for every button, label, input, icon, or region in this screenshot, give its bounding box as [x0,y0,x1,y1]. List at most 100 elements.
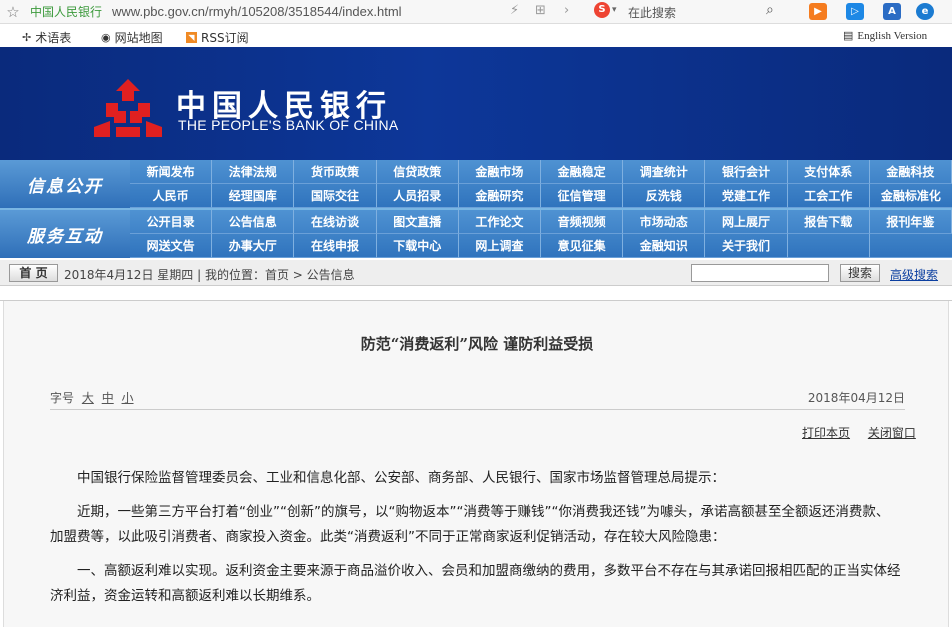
browser-logo-icon[interactable]: e [916,3,934,20]
section2-item-14[interactable]: 网上调查 [458,234,541,258]
breadcrumb: 2018年4月12日 星期四 | 我的位置：首页 > 公告信息 [64,266,355,283]
url-field[interactable]: www.pbc.gov.cn/rmyh/105208/3518544/index… [112,4,402,19]
main-navigation: 信息公开 新闻发布 法律法规 货币政策 信贷政策 金融市场 金融稳定 调查统计 银行会计 支付体… [0,160,952,258]
article-paragraph: 一、高额返利难以实现。返利资金主要来源于商品溢价收入、会员和加盟商缴纳的费用，多… [50,563,901,604]
section1-item-13[interactable]: 人员招录 [376,184,459,208]
translate-icon[interactable]: A [883,3,901,20]
section2-item-11[interactable]: 办事大厅 [212,234,295,258]
section2-item-4[interactable]: 工作论文 [458,210,541,234]
breadcrumb-position: 我的位置：首页 > 公告信息 [204,268,355,282]
grid-icon[interactable]: ⊞ [535,3,546,18]
utility-bar: ✢ 术语表 ◉ 网站地图 ◥ RSS订阅 ▤ English Version [0,25,952,47]
print-page-link[interactable]: 打印本页 [802,426,850,440]
section1-item-8[interactable]: 支付体系 [787,160,870,184]
browser-search-input[interactable]: 在此搜索 [628,4,676,21]
section1-item-12[interactable]: 国际交往 [294,184,377,208]
section1-item-9[interactable]: 金融科技 [869,160,952,184]
font-size-label: 字号 [50,391,75,405]
site-search-input[interactable] [691,264,829,282]
flag-icon: ▤ [843,30,854,42]
section1-item-19[interactable]: 金融标准化 [869,184,952,208]
font-small-link[interactable]: 小 [122,391,134,405]
section1-item-14[interactable]: 金融研究 [458,184,541,208]
font-medium-link[interactable]: 中 [102,391,114,405]
crosshair-icon: ✢ [22,31,32,44]
font-size-controls: 字号 大 中 小 [50,389,134,406]
chevron-down-icon: ▾ [612,5,617,15]
section2-item-13[interactable]: 下载中心 [376,234,459,258]
advanced-search-link[interactable]: 高级搜索 [890,266,938,283]
article-paragraph: 中国银行保险监督管理委员会、工业和信息化部、公安部、商务部、人民银行、国家市场监… [77,470,725,486]
article-panel: 防范“消费返利”风险 谨防利益受损 字号 大 中 小 2018年04月12日 打… [3,301,949,627]
section1-item-0[interactable]: 新闻发布 [130,160,213,184]
section2-item-5[interactable]: 音频视频 [540,210,624,234]
section1-item-17[interactable]: 党建工作 [705,184,788,208]
section1-item-2[interactable]: 货币政策 [294,160,377,184]
section1-item-16[interactable]: 反洗钱 [623,184,706,208]
forward-arrow-icon[interactable]: › [564,3,569,18]
nav-section-information[interactable]: 信息公开 [0,160,130,208]
rss-link[interactable]: ◥ RSS订阅 [186,29,249,46]
section2-item-1[interactable]: 公告信息 [212,210,295,234]
section1-item-3[interactable]: 信贷政策 [376,160,459,184]
article-paragraph: 近期，一些第三方平台打着“创业”“创新”的旗号，以“购物返本”“消费等于赚钱”“… [50,504,890,545]
sitemap-link[interactable]: ◉ 网站地图 [101,29,163,46]
section2-item-2[interactable]: 在线访谈 [294,210,377,234]
section2-item-12[interactable]: 在线申报 [294,234,377,258]
article-body: 中国银行保险监督管理委员会、工业和信息化部、公安部、商务部、人民银行、国家市场监… [50,466,902,618]
current-date: 2018年4月12日 星期四 [64,268,194,282]
browser-address-bar: ☆ 中国人民银行 www.pbc.gov.cn/rmyh/105208/3518… [0,0,952,24]
bookmark-star-icon[interactable]: ☆ [4,3,22,21]
site-identity: 中国人民银行 [30,5,103,19]
glossary-link[interactable]: ✢ 术语表 [22,29,71,46]
section2-item-6[interactable]: 市场动态 [623,210,706,234]
bank-name-english: THE PEOPLE'S BANK OF CHINA [178,117,399,133]
section2-item-10[interactable]: 网送文告 [130,234,213,258]
close-window-link[interactable]: 关闭窗口 [868,426,916,440]
nav-block-information: 信息公开 新闻发布 法律法规 货币政策 信贷政策 金融市场 金融稳定 调查统计 银行会计 支付体… [0,160,952,208]
section2-item-16[interactable]: 金融知识 [623,234,706,258]
globe-icon: ◉ [101,31,111,44]
search-engine-selector[interactable]: S ▾ [594,2,617,18]
pboc-logo-icon[interactable] [92,77,164,139]
section1-item-5[interactable]: 金融稳定 [540,160,624,184]
lightning-icon[interactable]: ⚡ [510,3,519,18]
nav-items-information: 新闻发布 法律法规 货币政策 信贷政策 金融市场 金融稳定 调查统计 银行会计 支付体系 金融科技… [130,160,952,208]
article-title: 防范“消费返利”风险 谨防利益受损 [360,335,594,353]
section2-item-9[interactable]: 报刊年鉴 [869,210,952,234]
rss-icon: ◥ [186,32,197,43]
section1-item-18[interactable]: 工会工作 [787,184,870,208]
breadcrumb-divider: | [197,268,205,282]
section1-item-1[interactable]: 法律法规 [212,160,295,184]
home-button[interactable]: 首 页 [9,264,58,282]
section2-item-3[interactable]: 图文直播 [376,210,459,234]
font-large-link[interactable]: 大 [82,391,94,405]
nav-section-service[interactable]: 服务互动 [0,210,130,258]
section1-item-10[interactable]: 人民币 [130,184,213,208]
section1-item-7[interactable]: 银行会计 [705,160,788,184]
section2-item-7[interactable]: 网上展厅 [705,210,788,234]
nav-block-service: 服务互动 公开目录 公告信息 在线访谈 图文直播 工作论文 音频视频 市场动态 网上展厅 报告下… [0,210,952,258]
section2-empty-cell [787,234,870,258]
section1-item-6[interactable]: 调查统计 [623,160,706,184]
section1-item-11[interactable]: 经理国库 [212,184,295,208]
play-icon[interactable]: ▷ [846,3,864,20]
section2-item-0[interactable]: 公开目录 [130,210,213,234]
section1-item-4[interactable]: 金融市场 [458,160,541,184]
article-date: 2018年04月12日 [807,391,905,405]
search-button[interactable]: 搜索 [840,264,880,282]
section2-empty-cell [869,234,952,258]
section2-item-15[interactable]: 意见征集 [540,234,624,258]
video-icon[interactable]: ▶ [809,3,827,20]
section2-item-17[interactable]: 关于我们 [705,234,788,258]
article-meta: 字号 大 中 小 2018年04月12日 [50,384,905,410]
article-container: 防范“消费返利”风险 谨防利益受损 字号 大 中 小 2018年04月12日 打… [0,300,952,627]
site-banner: 中国人民银行 THE PEOPLE'S BANK OF CHINA [0,47,952,160]
article-actions: 打印本页 关闭窗口 [788,424,916,441]
section2-item-8[interactable]: 报告下载 [787,210,870,234]
search-icon[interactable]: ⌕ [766,2,774,18]
nav-items-service: 公开目录 公告信息 在线访谈 图文直播 工作论文 音频视频 市场动态 网上展厅 报告下载 报刊年鉴… [130,210,952,258]
english-version-link[interactable]: ▤ English Version [843,29,927,43]
location-bar: 首 页 2018年4月12日 星期四 | 我的位置：首页 > 公告信息 搜索 高… [0,260,952,286]
section1-item-15[interactable]: 征信管理 [540,184,624,208]
